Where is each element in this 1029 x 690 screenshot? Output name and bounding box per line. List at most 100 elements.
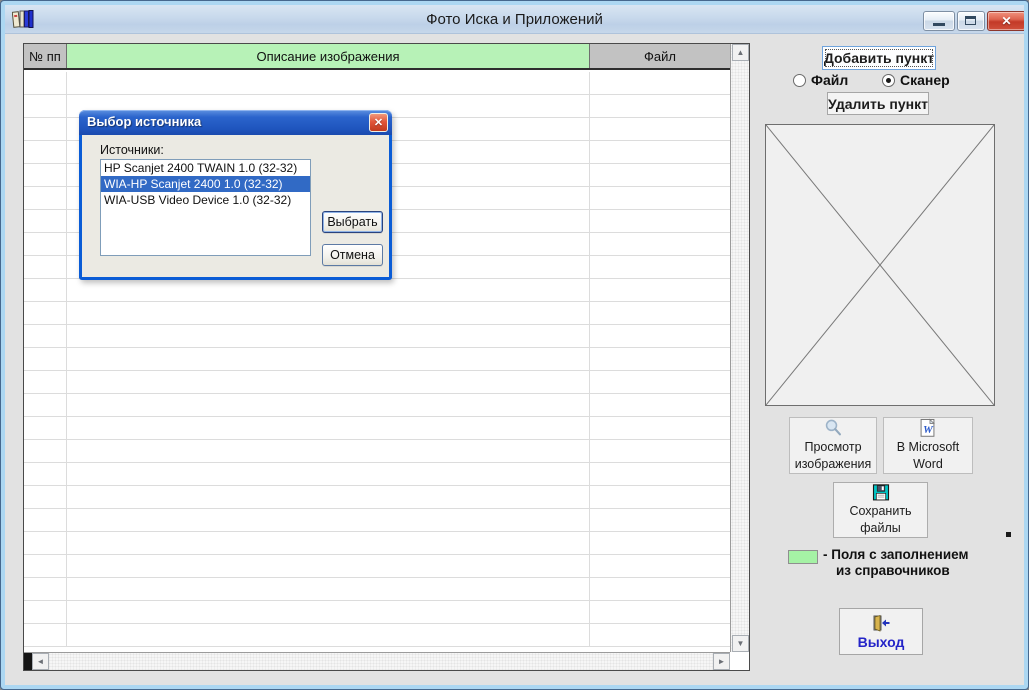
table-row[interactable] xyxy=(24,463,730,486)
table-row[interactable] xyxy=(24,532,730,555)
table-cell[interactable] xyxy=(24,578,67,600)
table-cell[interactable] xyxy=(67,486,590,508)
table-cell[interactable] xyxy=(24,440,67,462)
table-cell[interactable] xyxy=(590,486,729,508)
table-cell[interactable] xyxy=(590,233,729,255)
horizontal-scroll-track[interactable] xyxy=(49,653,713,670)
to-word-button[interactable]: W В Microsoft Word xyxy=(883,417,973,474)
table-cell[interactable] xyxy=(590,256,729,278)
dialog-titlebar[interactable]: Выбор источника ✕ xyxy=(79,110,392,135)
sources-listbox[interactable]: HP Scanjet 2400 TWAIN 1.0 (32-32) WIA-HP … xyxy=(100,159,311,256)
table-cell[interactable] xyxy=(67,371,590,393)
table-cell[interactable] xyxy=(67,463,590,485)
table-cell[interactable] xyxy=(24,95,67,117)
table-row[interactable] xyxy=(24,371,730,394)
table-cell[interactable] xyxy=(67,72,590,94)
table-cell[interactable] xyxy=(590,509,729,531)
table-cell[interactable] xyxy=(24,141,67,163)
table-cell[interactable] xyxy=(24,371,67,393)
dialog-close-button[interactable]: ✕ xyxy=(369,113,388,132)
table-cell[interactable] xyxy=(590,624,729,646)
table-cell[interactable] xyxy=(24,624,67,646)
close-button[interactable]: ✕ xyxy=(987,11,1024,31)
table-cell[interactable] xyxy=(67,348,590,370)
table-cell[interactable] xyxy=(24,233,67,255)
table-cell[interactable] xyxy=(67,601,590,623)
delete-item-button[interactable]: Удалить пункт xyxy=(827,92,929,115)
table-cell[interactable] xyxy=(67,624,590,646)
table-cell[interactable] xyxy=(590,141,729,163)
table-cell[interactable] xyxy=(24,532,67,554)
table-row[interactable] xyxy=(24,302,730,325)
table-row[interactable] xyxy=(24,578,730,601)
cancel-button[interactable]: Отмена xyxy=(322,244,383,266)
view-image-button[interactable]: Просмотр изображения xyxy=(789,417,877,474)
table-cell[interactable] xyxy=(67,509,590,531)
table-row[interactable] xyxy=(24,279,730,302)
table-cell[interactable] xyxy=(590,578,729,600)
table-cell[interactable] xyxy=(590,210,729,232)
table-row[interactable] xyxy=(24,624,730,647)
vertical-scroll-track[interactable] xyxy=(731,62,749,634)
maximize-button[interactable] xyxy=(957,11,985,31)
table-row[interactable] xyxy=(24,601,730,624)
table-row[interactable] xyxy=(24,72,730,95)
minimize-button[interactable] xyxy=(923,11,955,31)
scroll-down-button[interactable]: ▼ xyxy=(732,635,749,652)
save-files-button[interactable]: Сохранить файлы xyxy=(833,482,928,538)
source-list-item[interactable]: WIA-USB Video Device 1.0 (32-32) xyxy=(101,192,310,208)
table-cell[interactable] xyxy=(590,348,729,370)
horizontal-scrollbar[interactable]: ◄ ► xyxy=(24,652,730,670)
table-row[interactable] xyxy=(24,348,730,371)
table-cell[interactable] xyxy=(67,578,590,600)
table-cell[interactable] xyxy=(24,302,67,324)
table-cell[interactable] xyxy=(24,417,67,439)
radio-scanner[interactable]: Сканер xyxy=(882,72,950,88)
table-cell[interactable] xyxy=(24,118,67,140)
source-list-item[interactable]: WIA-HP Scanjet 2400 1.0 (32-32) xyxy=(101,176,310,192)
table-cell[interactable] xyxy=(590,302,729,324)
table-cell[interactable] xyxy=(24,187,67,209)
table-cell[interactable] xyxy=(24,394,67,416)
table-cell[interactable] xyxy=(590,164,729,186)
table-cell[interactable] xyxy=(67,394,590,416)
table-cell[interactable] xyxy=(24,325,67,347)
table-cell[interactable] xyxy=(24,256,67,278)
table-cell[interactable] xyxy=(24,463,67,485)
exit-button[interactable]: Выход xyxy=(839,608,923,655)
column-header-num[interactable]: № пп xyxy=(24,44,67,68)
scroll-right-button[interactable]: ► xyxy=(713,653,730,670)
table-cell[interactable] xyxy=(24,509,67,531)
table-cell[interactable] xyxy=(590,463,729,485)
table-cell[interactable] xyxy=(590,325,729,347)
table-cell[interactable] xyxy=(590,601,729,623)
table-cell[interactable] xyxy=(24,486,67,508)
source-list-item[interactable]: HP Scanjet 2400 TWAIN 1.0 (32-32) xyxy=(101,160,310,176)
table-cell[interactable] xyxy=(24,210,67,232)
table-cell[interactable] xyxy=(24,72,67,94)
table-row[interactable] xyxy=(24,555,730,578)
vertical-scrollbar[interactable]: ▲ ▼ xyxy=(730,44,749,652)
table-cell[interactable] xyxy=(590,440,729,462)
table-row[interactable] xyxy=(24,509,730,532)
table-row[interactable] xyxy=(24,440,730,463)
scroll-left-button[interactable]: ◄ xyxy=(32,653,49,670)
radio-file[interactable]: Файл xyxy=(793,72,848,88)
table-cell[interactable] xyxy=(590,95,729,117)
column-header-desc[interactable]: Описание изображения xyxy=(67,44,590,68)
scroll-up-button[interactable]: ▲ xyxy=(732,44,749,61)
table-cell[interactable] xyxy=(67,555,590,577)
table-row[interactable] xyxy=(24,417,730,440)
table-cell[interactable] xyxy=(590,555,729,577)
table-cell[interactable] xyxy=(67,325,590,347)
table-cell[interactable] xyxy=(590,417,729,439)
table-cell[interactable] xyxy=(590,72,729,94)
column-header-file[interactable]: Файл xyxy=(590,44,730,68)
table-cell[interactable] xyxy=(24,348,67,370)
table-cell[interactable] xyxy=(590,187,729,209)
select-button[interactable]: Выбрать xyxy=(322,211,383,233)
table-cell[interactable] xyxy=(67,417,590,439)
table-cell[interactable] xyxy=(67,279,590,301)
table-cell[interactable] xyxy=(590,394,729,416)
table-cell[interactable] xyxy=(24,601,67,623)
